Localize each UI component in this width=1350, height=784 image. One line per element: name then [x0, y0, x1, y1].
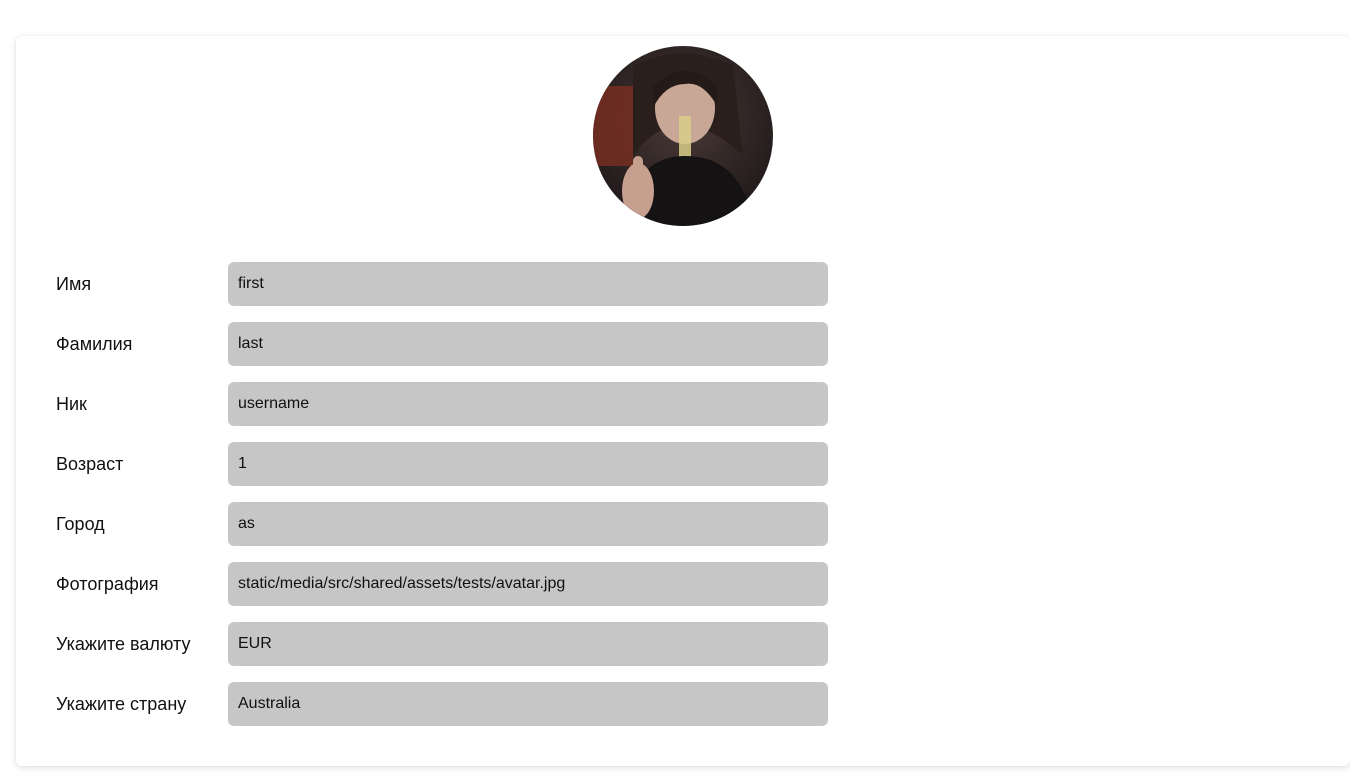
- field-row-age: Возраст 1: [56, 442, 828, 486]
- photo-field[interactable]: static/media/src/shared/assets/tests/ava…: [228, 562, 828, 606]
- field-row-username: Ник username: [56, 382, 828, 426]
- field-row-country: Укажите страну Australia: [56, 682, 828, 726]
- username-label: Ник: [56, 393, 87, 414]
- field-row-city: Город as: [56, 502, 828, 546]
- country-label: Укажите страну: [56, 693, 187, 714]
- age-label: Возраст: [56, 453, 124, 474]
- avatar-image: [593, 46, 773, 226]
- age-field[interactable]: 1: [228, 442, 828, 486]
- field-row-last-name: Фамилия last: [56, 322, 828, 366]
- username-field[interactable]: username: [228, 382, 828, 426]
- profile-card: Имя first Фамилия last Ник username Возр…: [16, 36, 1350, 766]
- first-name-label: Имя: [56, 273, 92, 294]
- currency-select[interactable]: EUR: [228, 622, 828, 666]
- field-row-currency: Укажите валюту EUR: [56, 622, 828, 666]
- avatar: [593, 46, 773, 226]
- last-name-label: Фамилия: [56, 333, 133, 354]
- field-row-photo: Фотография static/media/src/shared/asset…: [56, 562, 828, 606]
- last-name-field[interactable]: last: [228, 322, 828, 366]
- field-row-first-name: Имя first: [56, 262, 828, 306]
- profile-form: Имя first Фамилия last Ник username Возр…: [56, 262, 828, 742]
- city-label: Город: [56, 513, 105, 534]
- currency-label: Укажите валюту: [56, 633, 191, 654]
- photo-label: Фотография: [56, 573, 159, 594]
- first-name-field[interactable]: first: [228, 262, 828, 306]
- city-field[interactable]: as: [228, 502, 828, 546]
- country-select[interactable]: Australia: [228, 682, 828, 726]
